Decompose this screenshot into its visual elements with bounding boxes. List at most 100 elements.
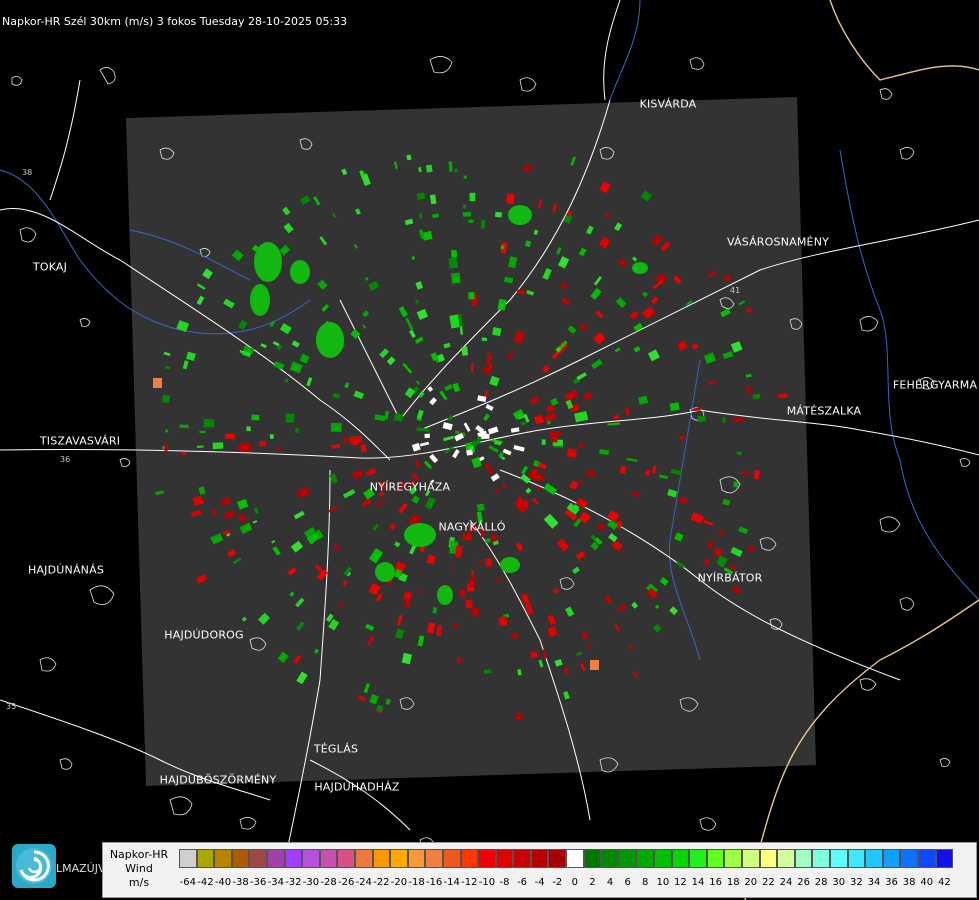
radar-echo [238, 445, 250, 451]
legend-title: Napkor-HR Wind m/s [105, 848, 173, 890]
radar-echo [454, 168, 458, 173]
legend-tick: 34 [867, 877, 881, 888]
radar-echo [203, 418, 215, 428]
radar-echo [476, 503, 485, 512]
legend-tick: 0 [571, 877, 579, 888]
legend-swatch [548, 849, 567, 868]
legend-swatch [337, 849, 355, 868]
radar-echo-cluster [254, 242, 282, 282]
legend-tick: -4 [534, 877, 545, 888]
legend-tick: 18 [726, 877, 740, 888]
legend-tick: 30 [832, 877, 846, 888]
legend-swatch [354, 849, 373, 868]
legend-swatch [407, 849, 426, 868]
radar-echo [462, 204, 466, 209]
legend-tick: 10 [656, 877, 670, 888]
legend-tick: -30 [302, 877, 320, 888]
radar-echo [165, 429, 169, 433]
legend-tick: -2 [552, 877, 563, 888]
radar-echo-cluster [250, 284, 270, 316]
radar-echo [550, 435, 558, 443]
road-number-41: 41 [730, 286, 741, 295]
city-label-hajdudorog: HAJDÚDOROG [164, 628, 244, 642]
radar-echo [484, 558, 493, 567]
city-label-tokaj: TOKAJ [32, 260, 68, 274]
radar-echo [448, 257, 459, 269]
radar-echo [697, 415, 707, 423]
legend-line-1: Napkor-HR [109, 848, 169, 861]
city-label-vasarosnameny: VÁSÁROSNAMÉNY [726, 235, 830, 249]
radar-echo [523, 164, 532, 172]
legend-swatch [442, 849, 461, 868]
legend-swatch [566, 849, 584, 868]
legend-swatch [460, 849, 479, 868]
legend-swatch [179, 849, 197, 868]
legend-swatch [372, 849, 391, 868]
legend-tick: -28 [320, 877, 337, 888]
radar-echo [479, 559, 482, 564]
radar-map-view[interactable]: Napkor-HR Szél 30km (m/s) 3 fokos Tuesda… [0, 0, 979, 900]
legend-tick: 40 [920, 877, 934, 888]
legend-tick: 16 [709, 877, 722, 888]
legend-tick: -22 [373, 877, 390, 888]
legend-tick: -6 [517, 877, 528, 888]
radar-echo [246, 426, 251, 432]
radar-echo [453, 622, 458, 628]
legend-tick: 26 [797, 877, 810, 888]
map-canvas [0, 0, 979, 900]
legend-tick: 4 [606, 877, 614, 888]
radar-echo [425, 164, 433, 173]
radar-echo [225, 433, 236, 439]
radar-echo [566, 448, 577, 458]
city-label-nagykallo: NAGYKÁLLÓ [438, 520, 506, 534]
legend-swatch [636, 849, 655, 868]
radar-echo [461, 346, 468, 356]
legend-swatch [390, 849, 408, 868]
radar-echo-cluster [290, 260, 310, 284]
city-label-hajduboszormeny: HAJDÚBÖSZÖRMÉNY [159, 773, 277, 787]
legend-tick: 42 [937, 877, 951, 888]
legend-tick: -18 [408, 877, 425, 888]
legend-tick: 14 [691, 877, 705, 888]
radar-echo [468, 292, 475, 300]
radar-echo [468, 219, 474, 223]
legend-ticks: -64 -42 -40 -38 -36 -34 -32 -30 -28 -26 -24 -22 -20-… [179, 877, 953, 888]
radar-echo [276, 446, 282, 450]
radar-echo [669, 402, 680, 412]
legend-tick: -36 [250, 877, 267, 888]
radar-echo [199, 430, 206, 433]
legend-tick: -10 [478, 877, 496, 888]
legend-tick: 2 [589, 877, 596, 888]
radar-echo [182, 451, 187, 455]
radar-echo-cluster [632, 262, 648, 274]
legend-tick: -8 [499, 877, 510, 888]
legend-swatch [513, 849, 531, 868]
city-label-teglas: TÉGLÁS [313, 742, 359, 756]
legend-swatch [654, 849, 672, 868]
legend-swatch [724, 849, 742, 868]
color-legend: Napkor-HR Wind m/s -64 -42 -40 -38 -36 -34 -32… [102, 842, 977, 898]
radar-echo-orange [590, 660, 599, 670]
legend-tick: -34 [267, 877, 284, 888]
legend-swatch [196, 849, 215, 868]
radar-echo [251, 414, 260, 421]
legend-swatch [742, 849, 760, 868]
legend-tick: 6 [624, 877, 631, 888]
radar-echo-cluster [404, 523, 436, 547]
legend-swatch [759, 849, 778, 868]
radar-echo [269, 434, 274, 439]
radar-echo [469, 576, 476, 588]
radar-echo [515, 712, 523, 720]
legend-tick: -42 [197, 877, 214, 888]
radar-echo [196, 445, 204, 448]
radar-echo-cluster [316, 322, 344, 358]
legend-tick: -14 [443, 877, 460, 888]
legend-swatch [530, 849, 549, 868]
radar-echo [455, 430, 460, 434]
legend-swatch [671, 849, 690, 868]
radar-echo [492, 327, 502, 337]
city-label-mateszalka: MÁTÉSZALKA [786, 404, 862, 418]
legend-line-3: m/s [128, 876, 150, 889]
radar-echo [162, 394, 171, 403]
radar-echo [732, 417, 744, 423]
